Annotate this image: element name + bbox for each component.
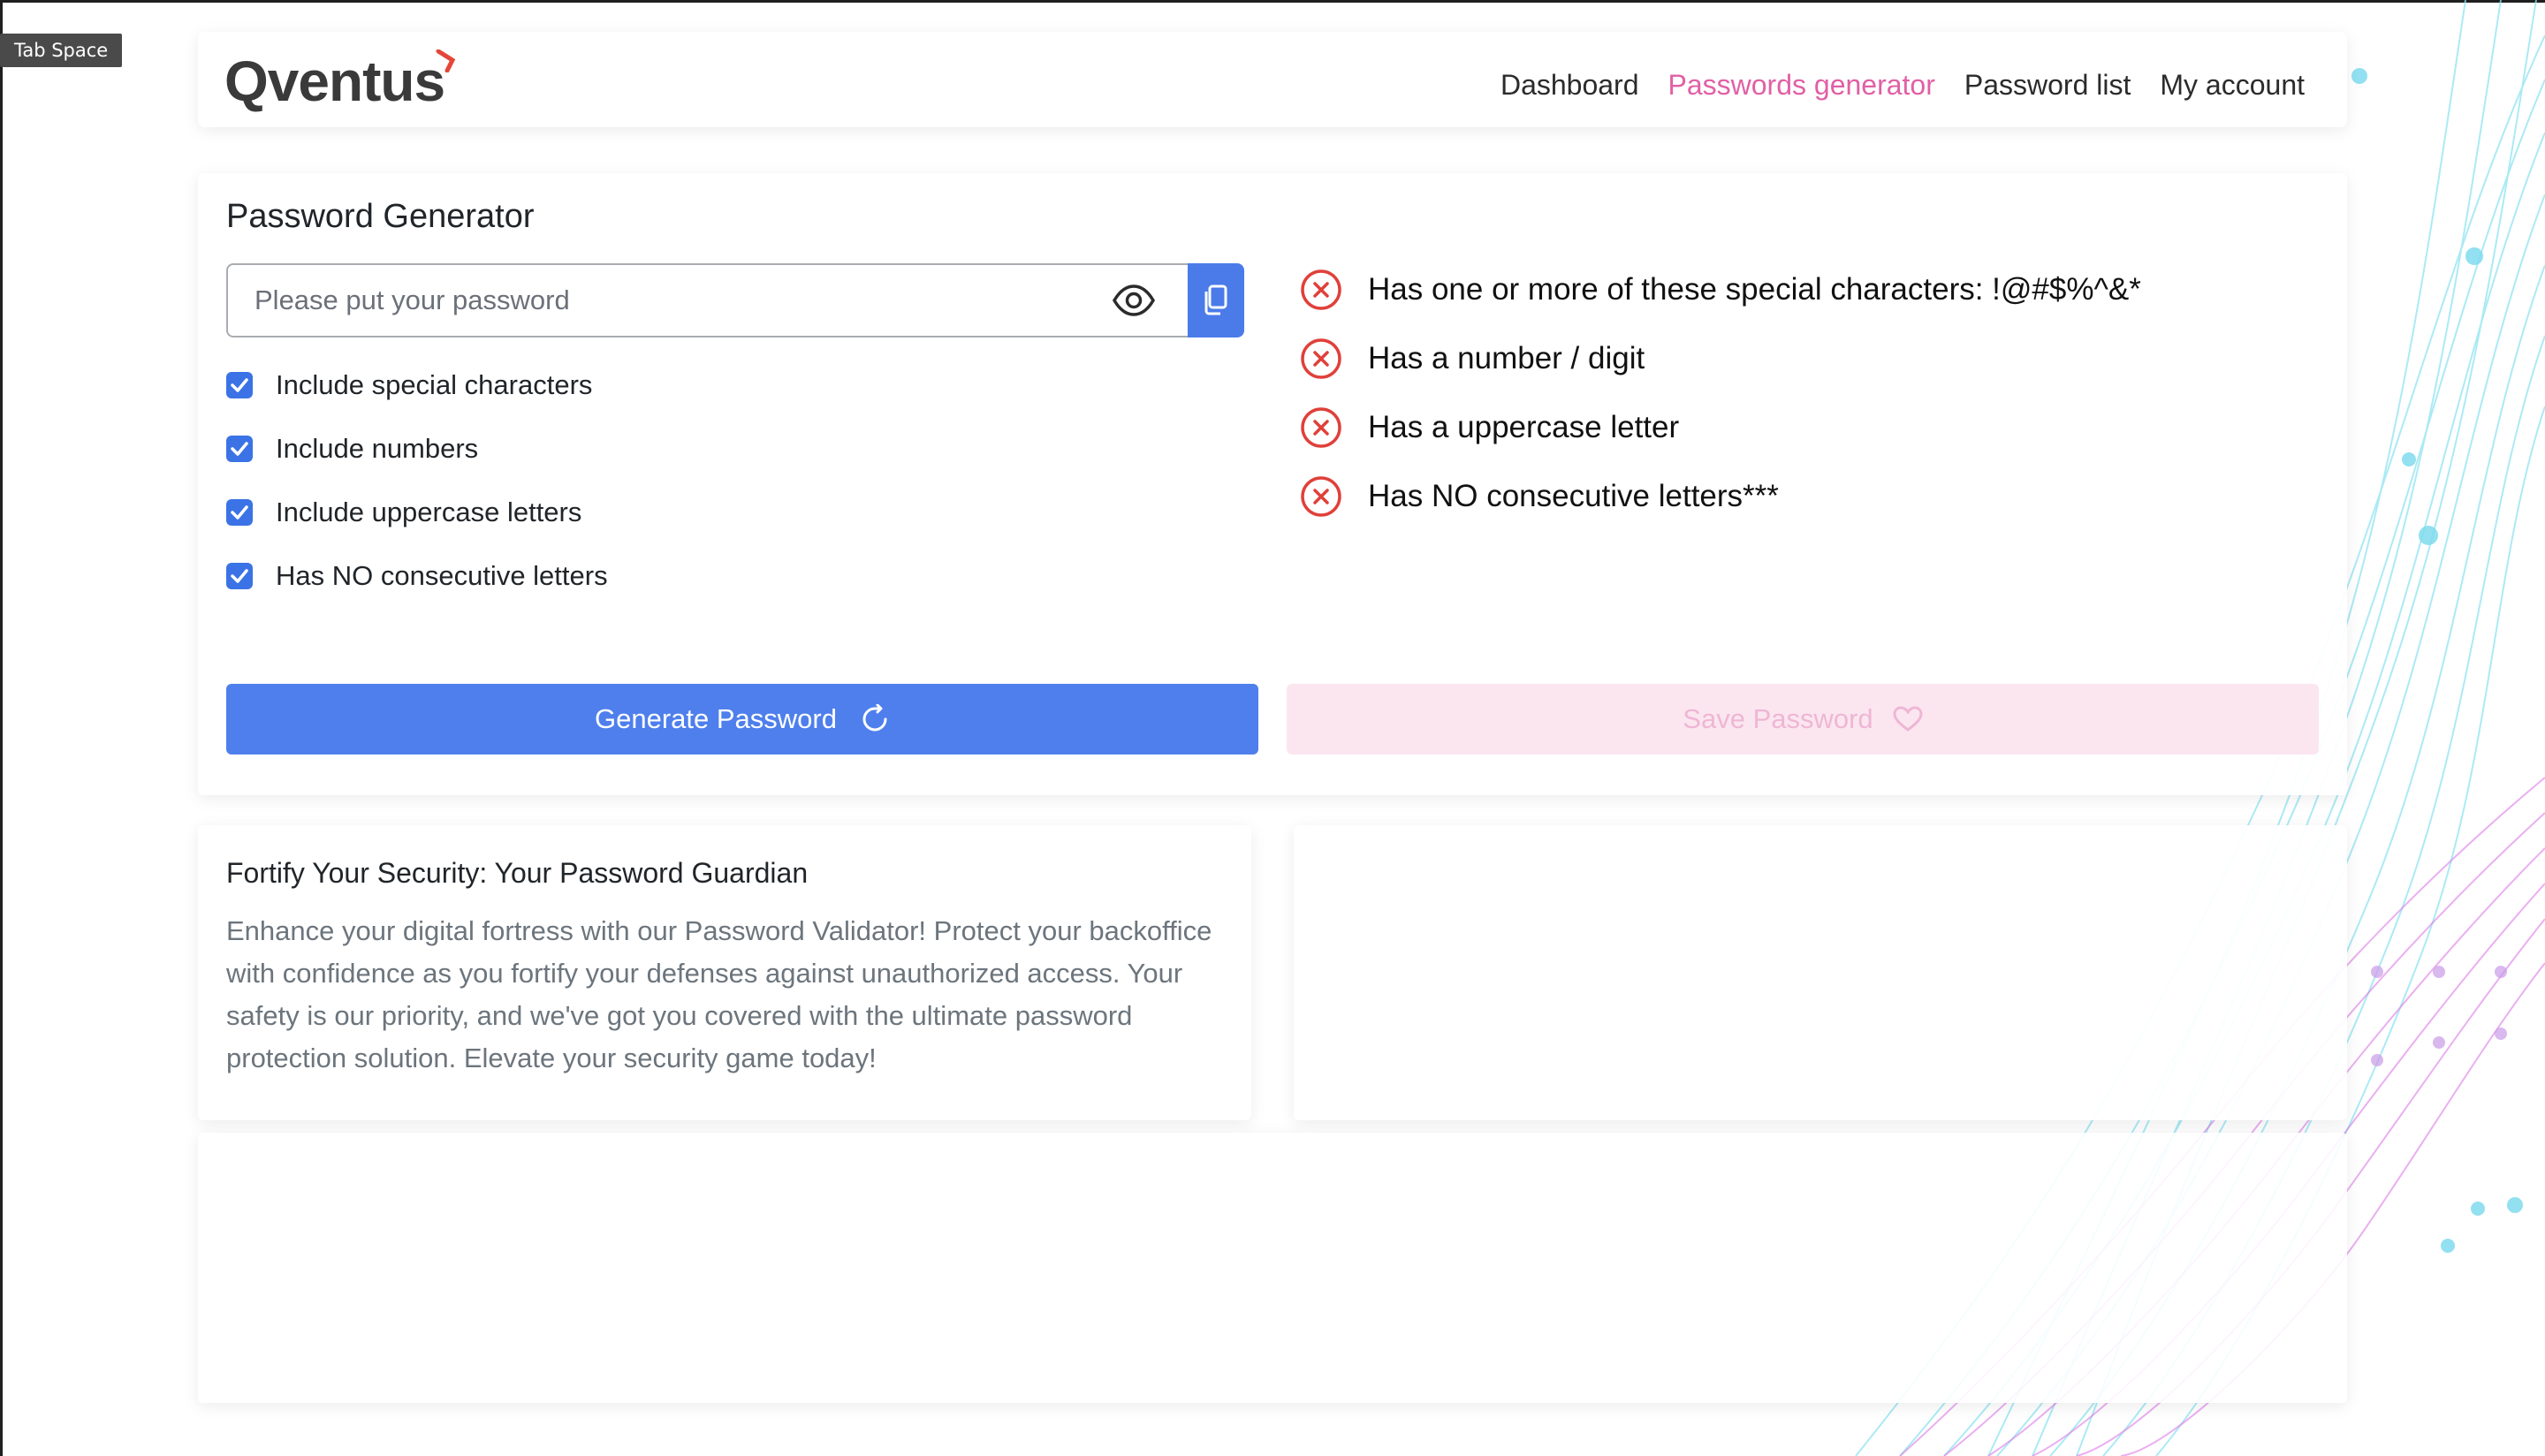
password-options: Include special characters Include numbe… <box>226 369 608 624</box>
checkmark-icon <box>231 378 248 392</box>
brand-logo[interactable]: Qventus <box>224 49 456 110</box>
heart-icon <box>1893 706 1923 732</box>
fail-x-circle-icon <box>1301 269 1341 310</box>
password-generator-card: Password Generator Include special chara… <box>198 173 2347 795</box>
rule-uppercase: Has a uppercase letter <box>1299 403 2141 452</box>
nav-passwords-generator[interactable]: Passwords generator <box>1668 67 1935 102</box>
generate-password-label: Generate Password <box>595 703 837 734</box>
checkbox-checked[interactable] <box>226 372 253 398</box>
empty-panel-bottom <box>198 1133 2347 1403</box>
copy-icon <box>1204 284 1227 315</box>
tab-space-tooltip: Tab Space <box>0 34 123 67</box>
rule-no-consecutive: Has NO consecutive letters*** <box>1299 472 2141 521</box>
fail-x-circle-icon <box>1301 338 1341 379</box>
fail-x-circle-icon <box>1301 407 1341 448</box>
rule-label: Has one or more of these special charact… <box>1368 272 2141 307</box>
checkbox-checked[interactable] <box>226 499 253 526</box>
save-password-label: Save Password <box>1683 703 1873 734</box>
eye-icon[interactable] <box>1112 283 1156 318</box>
fail-x-circle-icon <box>1301 476 1341 517</box>
empty-panel-right <box>1294 825 2347 1120</box>
brand-name: Qventus <box>224 49 445 113</box>
checkbox-checked[interactable] <box>226 436 253 462</box>
checkmark-icon <box>231 569 248 583</box>
option-label: Include special characters <box>276 369 593 400</box>
rule-label: Has a number / digit <box>1368 341 1645 375</box>
checkmark-icon <box>231 505 248 519</box>
validation-rules: Has one or more of these special charact… <box>1299 265 2141 541</box>
main-nav: Dashboard Passwords generator Password l… <box>1500 67 2305 102</box>
option-label: Include numbers <box>276 433 479 464</box>
option-no-consecutive[interactable]: Has NO consecutive letters <box>226 560 608 592</box>
option-label: Has NO consecutive letters <box>276 560 608 591</box>
nav-password-list[interactable]: Password list <box>1964 67 2131 102</box>
save-password-button[interactable]: Save Password <box>1287 684 2319 755</box>
option-special-characters[interactable]: Include special characters <box>226 369 608 401</box>
checkbox-checked[interactable] <box>226 563 253 589</box>
rule-special-characters: Has one or more of these special charact… <box>1299 265 2141 315</box>
window-left-border <box>0 0 3 1456</box>
option-numbers[interactable]: Include numbers <box>226 433 608 465</box>
refresh-icon <box>862 704 887 732</box>
top-navbar: Qventus Dashboard Passwords generator Pa… <box>198 32 2347 127</box>
window-top-border <box>0 0 2545 3</box>
info-card: Fortify Your Security: Your Password Gua… <box>198 825 1251 1120</box>
rule-label: Has a uppercase letter <box>1368 410 1680 444</box>
rule-label: Has NO consecutive letters*** <box>1368 479 1779 513</box>
brand-mark-icon <box>436 49 456 72</box>
generate-password-button[interactable]: Generate Password <box>226 684 1258 755</box>
nav-my-account[interactable]: My account <box>2160 67 2305 102</box>
password-input-group <box>226 263 1244 337</box>
copy-button[interactable] <box>1188 263 1244 337</box>
rule-number: Has a number / digit <box>1299 334 2141 383</box>
checkmark-icon <box>231 442 248 456</box>
option-label: Include uppercase letters <box>276 497 582 527</box>
page-title: Password Generator <box>226 198 535 235</box>
nav-dashboard[interactable]: Dashboard <box>1500 67 1639 102</box>
option-uppercase[interactable]: Include uppercase letters <box>226 497 608 528</box>
info-body: Enhance your digital fortress with our P… <box>226 915 1212 1073</box>
password-input[interactable] <box>226 263 1188 337</box>
info-title: Fortify Your Security: Your Password Gua… <box>226 857 809 889</box>
